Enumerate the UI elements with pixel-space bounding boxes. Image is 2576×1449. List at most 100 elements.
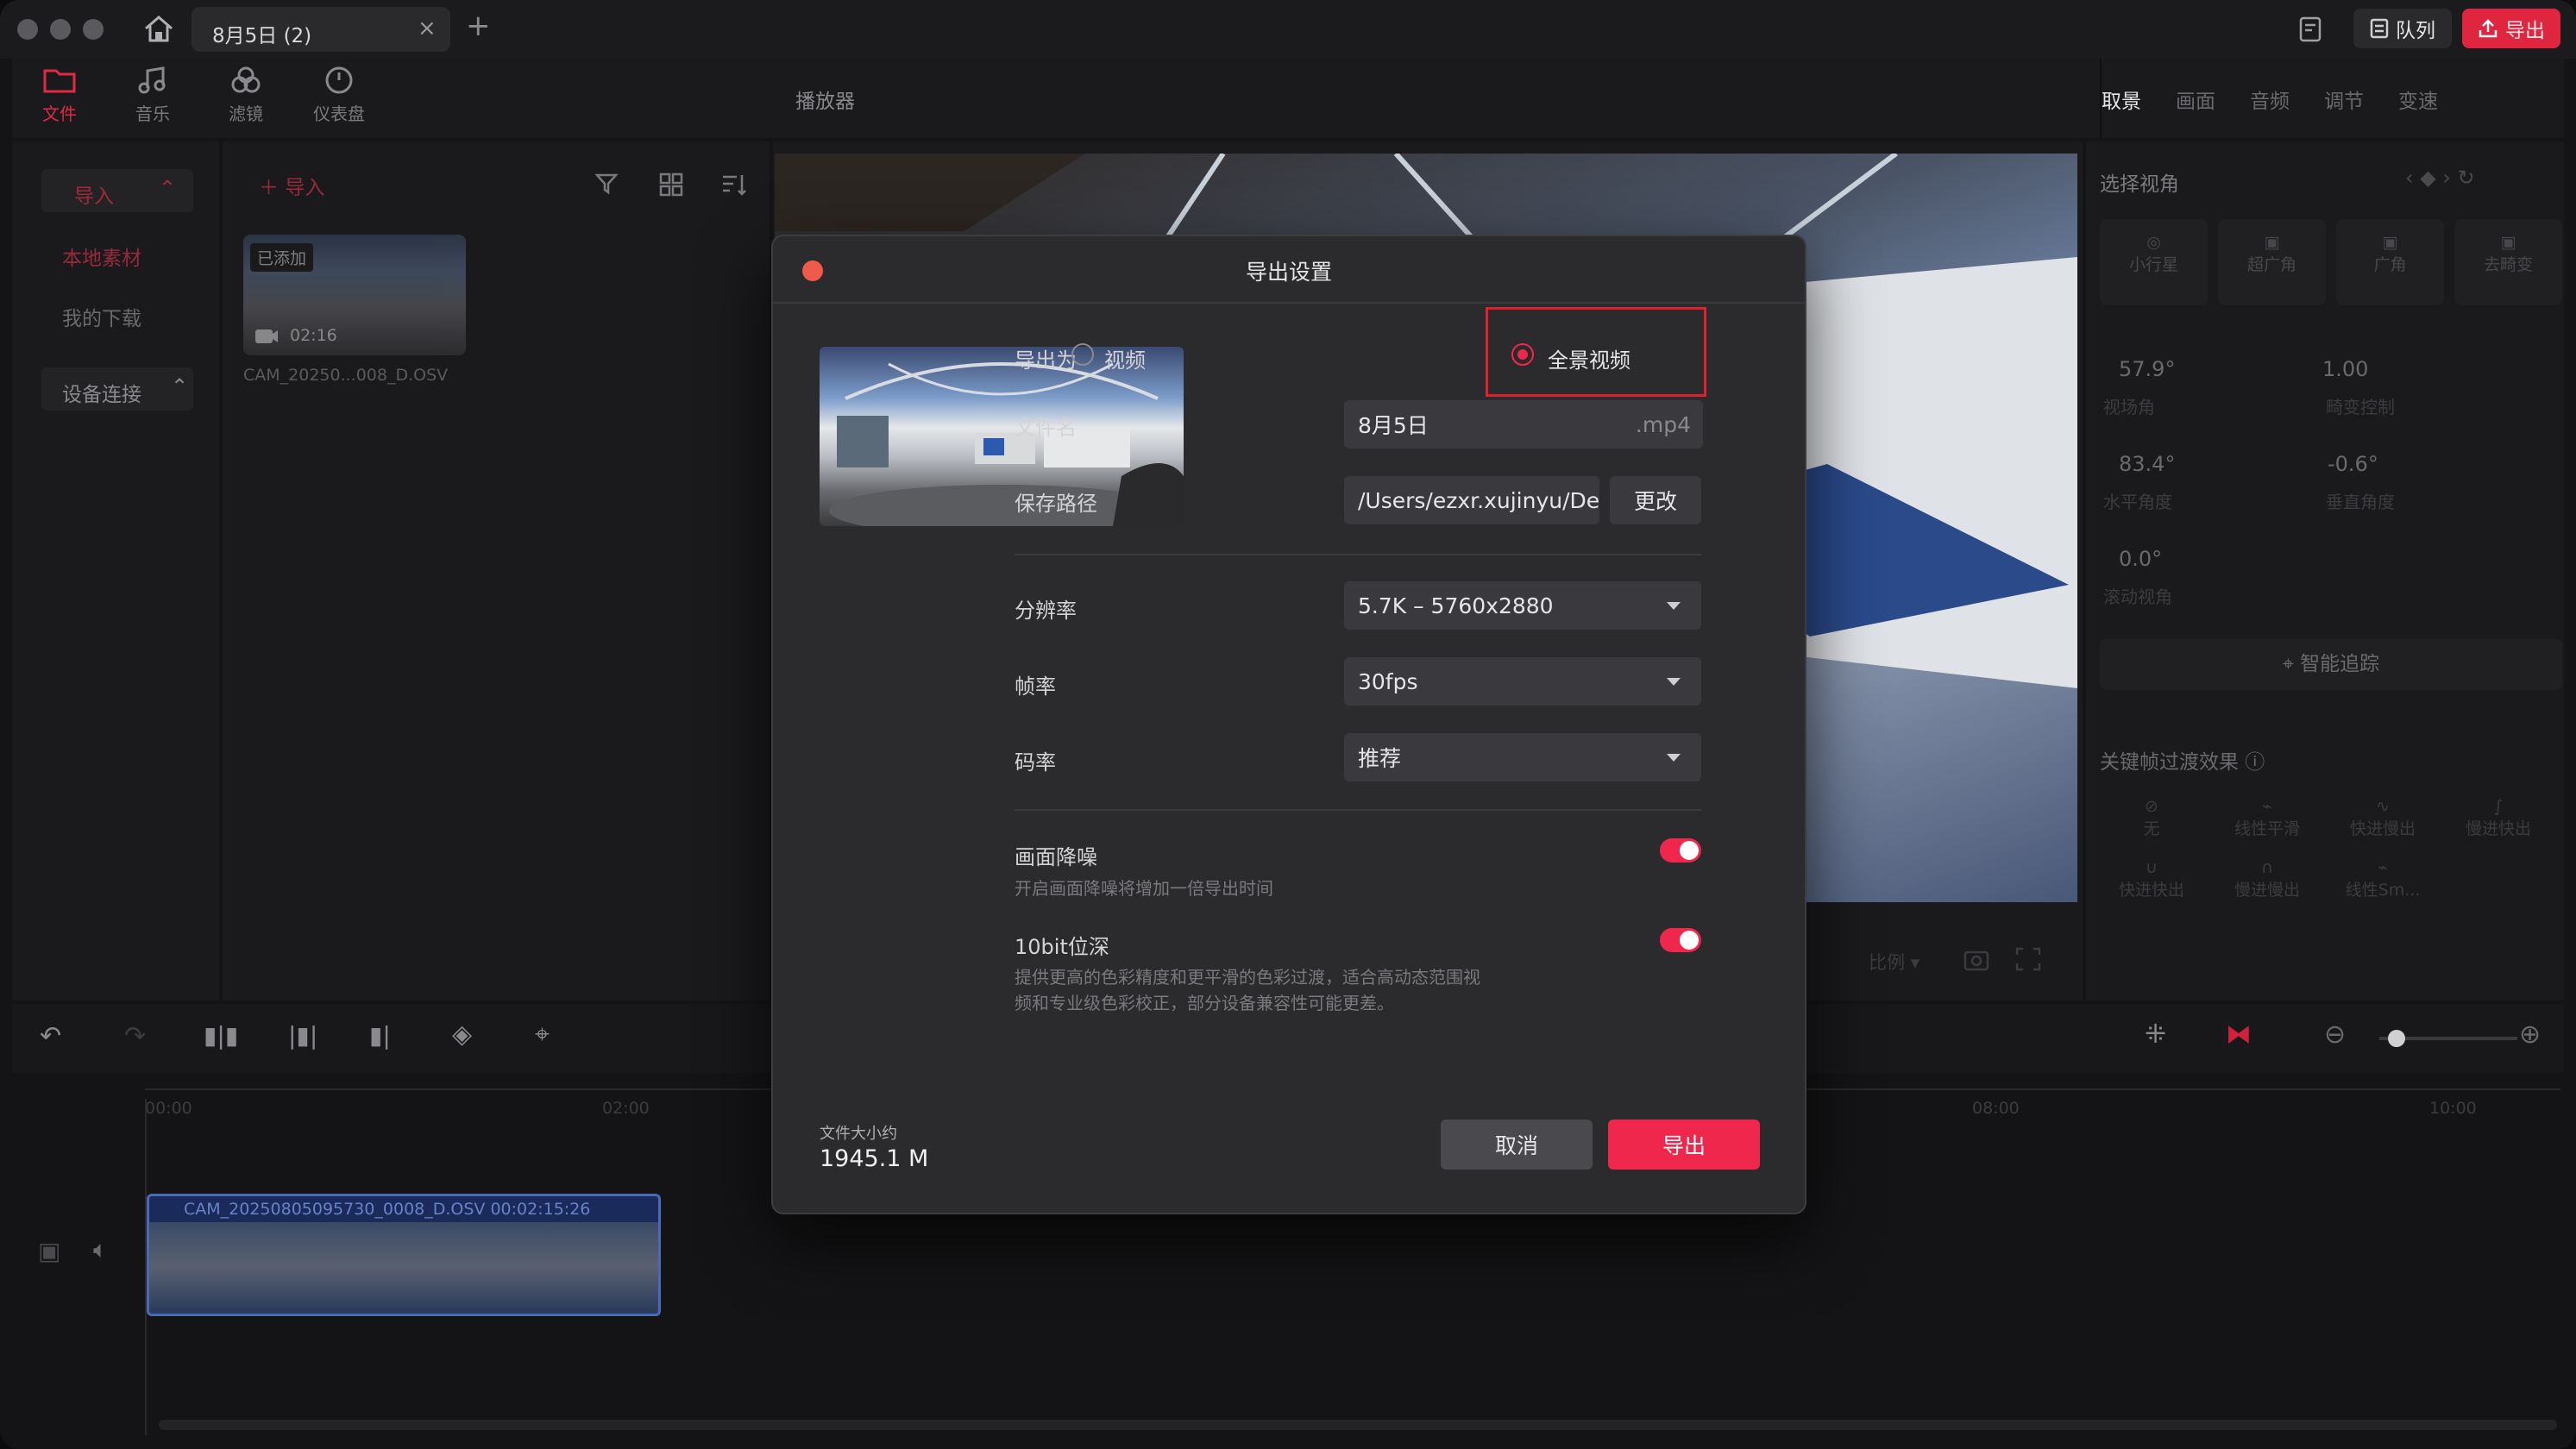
denoise-toggle[interactable] (1660, 838, 1701, 862)
music-icon (138, 66, 166, 94)
view-mode-ultra-wide-label: 超广角 (2246, 255, 2296, 274)
trim-left-icon[interactable]: |▮| (288, 1021, 317, 1050)
dashboard-icon (325, 66, 353, 94)
tool-dashboard[interactable]: 仪表盘 (309, 66, 369, 125)
import-button-label: 导入 (285, 177, 325, 199)
tool-music-label: 音乐 (135, 104, 170, 124)
sort-icon[interactable] (721, 172, 747, 197)
zoom-out-icon[interactable]: ⊖ (2324, 1019, 2346, 1050)
tool-file[interactable]: 文件 (29, 66, 90, 125)
radio-panorama-label[interactable]: 全景视频 (1548, 343, 1630, 373)
local-assets-item[interactable]: 本地素材 (62, 242, 141, 271)
link-icon[interactable]: ⧓ (2226, 1019, 2252, 1050)
snap-icon[interactable]: ⁜ (2145, 1019, 2166, 1050)
fov-label: 视场角 (2103, 397, 2155, 417)
transition-linear-sm[interactable]: ⌁ 线性Sm... (2331, 858, 2435, 900)
title-bar: 8月5日 (2) × + 队列 导出 (0, 0, 2576, 59)
view-mode-ultra-wide[interactable]: ▣ 超广角 (2218, 219, 2326, 305)
transition-fast-fast-label: 快进快出 (2118, 881, 2184, 900)
bitrate-caret-icon (1667, 754, 1681, 762)
framerate-select[interactable]: 30fps (1344, 657, 1701, 706)
snapshot-icon[interactable] (1963, 947, 1989, 971)
ratio-selector[interactable]: 比例 ▾ (1869, 949, 1919, 975)
framerate-value: 30fps (1358, 668, 1418, 694)
clip-thumbnail[interactable]: 已添加 02:16 (243, 235, 466, 355)
view-mode-undistort[interactable]: ▣ 去畸变 (2454, 219, 2562, 305)
tool-music[interactable]: 音乐 (123, 66, 183, 125)
my-downloads-item[interactable]: 我的下载 (62, 302, 141, 331)
cancel-button[interactable]: 取消 (1441, 1120, 1593, 1170)
minimize-window-button[interactable] (50, 19, 71, 40)
filter-list-icon[interactable] (595, 172, 621, 197)
view-mode-list: ◎ 小行星 ▣ 超广角 ▣ 广角 ▣ 去畸变 (2100, 219, 2562, 305)
fov-value[interactable]: 57.9° (2119, 357, 2175, 381)
clip-duration: 02:16 (290, 326, 337, 345)
pitch-value[interactable]: -0.6° (2328, 452, 2378, 476)
timeline-clip[interactable]: CAM_20250805095730_0008_D.OSV 00:02:15:2… (147, 1194, 661, 1316)
timeline-scrollbar[interactable] (159, 1420, 2557, 1430)
import-section-label: 导入 (74, 185, 114, 208)
top-export-button[interactable]: 导出 (2462, 9, 2560, 48)
import-button[interactable]: ＋ 导入 (259, 171, 324, 200)
bitrate-select[interactable]: 推荐 (1344, 733, 1701, 781)
new-tab-icon[interactable]: + (466, 9, 491, 43)
bitdepth-toggle[interactable] (1660, 928, 1701, 952)
track-icon[interactable]: ⌖ (535, 1019, 550, 1050)
savepath-input[interactable]: /Users/ezxr.xujinyu/Desk... (1344, 476, 1599, 524)
transition-slow-slow[interactable]: ∩ 慢进慢出 (2215, 858, 2319, 900)
change-path-button[interactable]: 更改 (1610, 476, 1701, 524)
radio-panorama[interactable] (1511, 343, 1534, 366)
radio-video-label[interactable]: 视频 (1104, 343, 1146, 373)
keyframe-icon[interactable]: ◈ (452, 1019, 472, 1050)
divider-1 (1015, 554, 1701, 555)
close-tab-icon[interactable]: × (418, 16, 437, 41)
tab-framing[interactable]: 取景 (2102, 85, 2141, 114)
transition-fast-fast[interactable]: ∪ 快进快出 (2100, 858, 2203, 900)
resolution-select[interactable]: 5.7K – 5760x2880 (1344, 581, 1701, 630)
roll-value[interactable]: 0.0° (2119, 547, 2162, 571)
volume-icon[interactable]: 🔈︎ (93, 1235, 108, 1264)
filename-input[interactable]: 8月5日 .mp4 (1344, 400, 1703, 448)
import-section-header[interactable]: 导入 ⌃ (41, 169, 193, 212)
close-window-button[interactable] (17, 19, 38, 40)
zoom-window-button[interactable] (83, 19, 104, 40)
fullscreen-icon[interactable] (2015, 947, 2041, 971)
transition-none[interactable]: ⊘ 无 (2100, 797, 2203, 839)
view-mode-wide-label: 广角 (2373, 255, 2407, 274)
transition-slow-fast[interactable]: ∫ 慢进快出 (2447, 797, 2550, 839)
tab-adjust[interactable]: 调节 (2324, 85, 2364, 114)
bitrate-value: 推荐 (1358, 746, 1402, 771)
ratio-label: 比例 (1869, 952, 1905, 973)
view-mode-wide[interactable]: ▣ 广角 (2336, 219, 2444, 305)
home-icon[interactable] (143, 14, 174, 43)
tool-filter[interactable]: 滤镜 (216, 66, 276, 125)
export-button[interactable]: 导出 (1608, 1120, 1760, 1170)
device-connect-header[interactable]: 设备连接 ⌃ (41, 367, 193, 411)
transition-linear[interactable]: ⌁ 线性平滑 (2215, 797, 2319, 839)
distortion-value[interactable]: 1.00 (2322, 357, 2368, 381)
undo-icon[interactable]: ↶ (40, 1021, 61, 1051)
export-preview-thumbnail (820, 347, 1184, 526)
tab-audio[interactable]: 音频 (2250, 85, 2290, 114)
queue-label: 队列 (2396, 20, 2435, 42)
collapse-icon: ⌃ (159, 176, 177, 200)
radio-video[interactable] (1071, 343, 1094, 366)
tab-picture[interactable]: 画面 (2176, 85, 2215, 114)
transition-fast-slow[interactable]: ∿ 快进慢出 (2331, 797, 2435, 839)
trim-right-icon[interactable]: ▮| (369, 1021, 391, 1050)
tab-speed[interactable]: 变速 (2398, 85, 2438, 114)
zoom-in-icon[interactable]: ⊕ (2519, 1019, 2541, 1050)
track-visibility-icon[interactable]: ▣ (38, 1237, 60, 1265)
redo-icon[interactable]: ↷ (124, 1021, 146, 1051)
smart-track-button[interactable]: ⌖ 智能追踪 (2100, 638, 2562, 690)
project-tab[interactable]: 8月5日 (2) × (192, 7, 450, 52)
grid-view-icon[interactable] (659, 172, 683, 197)
notes-icon[interactable] (2298, 16, 2324, 43)
media-library: ＋ 导入 已添加 02:16 CAM_20250...008_D.OSV (223, 141, 770, 1000)
yaw-value[interactable]: 83.4° (2119, 452, 2175, 476)
queue-button[interactable]: 队列 (2353, 9, 2452, 48)
view-mode-little-planet[interactable]: ◎ 小行星 (2100, 219, 2208, 305)
savepath-label: 保存路径 (1015, 492, 1097, 516)
split-icon[interactable]: ▮|▮ (204, 1021, 238, 1050)
zoom-slider-handle[interactable] (2388, 1030, 2405, 1047)
